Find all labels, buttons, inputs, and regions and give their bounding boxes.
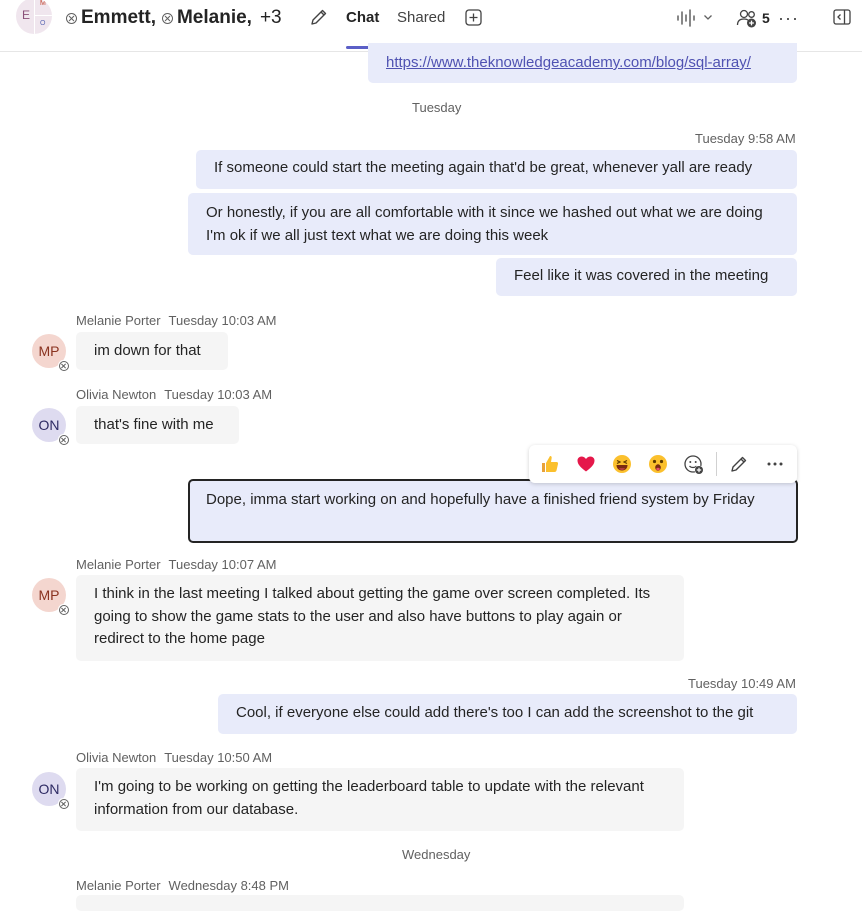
message-bubble-outgoing[interactable]: Feel like it was covered in the meeting bbox=[496, 258, 797, 296]
message-text: im down for that bbox=[94, 342, 201, 359]
message-text: I think in the last meeting I talked abo… bbox=[94, 585, 651, 647]
message-time: Tuesday 10:07 AM bbox=[168, 557, 277, 572]
people-icon bbox=[736, 8, 758, 28]
avatar[interactable]: MP bbox=[32, 334, 69, 371]
message-sender-line: Olivia Newton Tuesday 10:50 AM bbox=[76, 750, 272, 765]
reaction-toolbar bbox=[529, 445, 797, 483]
avatar[interactable]: MP bbox=[32, 578, 69, 615]
message-bubble-outgoing-selected[interactable]: Dope, imma start working on and hopefull… bbox=[188, 479, 798, 543]
message-timestamp: Tuesday 10:49 AM bbox=[688, 676, 796, 691]
sender-name: Melanie Porter bbox=[76, 557, 161, 572]
more-participants-count: +3 bbox=[259, 7, 282, 28]
message-bubble-outgoing[interactable]: https://www.theknowledgeacademy.com/blog… bbox=[368, 43, 797, 83]
message-bubble-incoming[interactable]: I think in the last meeting I talked abo… bbox=[76, 575, 684, 661]
avatar-letter: M bbox=[40, 0, 46, 7]
toolbar-divider bbox=[716, 452, 717, 476]
side-panel-icon[interactable] bbox=[833, 9, 851, 25]
message-bubble-outgoing[interactable]: If someone could start the meeting again… bbox=[196, 150, 797, 189]
participant-name: Melanie bbox=[176, 7, 247, 28]
day-separator: Wednesday bbox=[402, 847, 471, 862]
message-time: Tuesday 10:03 AM bbox=[168, 313, 277, 328]
message-text: Cool, if everyone else could add there's… bbox=[236, 704, 754, 721]
chat-title[interactable]: Emmett , Melanie , +3 bbox=[66, 6, 282, 30]
message-sender-line: Melanie Porter Tuesday 10:07 AM bbox=[76, 557, 276, 572]
message-sender-line: Olivia Newton Tuesday 10:03 AM bbox=[76, 387, 272, 402]
message-bubble-outgoing[interactable]: Or honestly, if you are all comfortable … bbox=[188, 193, 797, 255]
message-link[interactable]: https://www.theknowledgeacademy.com/blog… bbox=[386, 54, 751, 71]
avatar-letter: E bbox=[22, 8, 31, 22]
message-text: I'm going to be working on getting the l… bbox=[94, 778, 644, 818]
participants-button[interactable]: 5 bbox=[736, 8, 770, 28]
edit-message-icon[interactable] bbox=[729, 454, 749, 474]
avatar-letter: O bbox=[40, 20, 46, 27]
message-time: Tuesday 10:50 AM bbox=[164, 750, 273, 765]
message-text: Dope, imma start working on and hopefull… bbox=[206, 491, 755, 508]
sender-name: Olivia Newton bbox=[76, 387, 157, 402]
message-bubble-outgoing[interactable]: Cool, if everyone else could add there's… bbox=[218, 694, 797, 734]
add-reaction-icon[interactable] bbox=[683, 454, 704, 475]
more-options-icon[interactable]: ··· bbox=[778, 8, 799, 29]
surprised-reaction-icon[interactable] bbox=[648, 454, 668, 474]
avatar-initials: ON bbox=[38, 417, 60, 433]
participant-separator: , bbox=[150, 7, 156, 28]
offline-status-icon bbox=[161, 12, 173, 24]
message-text: Or honestly, if you are all comfortable … bbox=[206, 204, 763, 244]
message-text: If someone could start the meeting again… bbox=[214, 159, 753, 176]
sender-name: Melanie Porter bbox=[76, 313, 161, 328]
offline-status-icon bbox=[58, 360, 69, 371]
day-separator: Tuesday bbox=[412, 100, 462, 115]
sender-name: Olivia Newton bbox=[76, 750, 157, 765]
avatar-initials: MP bbox=[38, 587, 60, 603]
add-tab-icon[interactable] bbox=[465, 9, 482, 26]
offline-status-icon bbox=[58, 434, 69, 445]
laugh-reaction-icon[interactable] bbox=[612, 454, 632, 474]
avatar-divider bbox=[34, 15, 52, 16]
message-sender-line: Melanie Porter Tuesday 10:03 AM bbox=[76, 313, 276, 328]
audio-call-icon[interactable] bbox=[676, 9, 696, 27]
avatar-initials: MP bbox=[38, 343, 60, 359]
thumbs-up-reaction-icon[interactable] bbox=[540, 454, 560, 474]
message-text: that's fine with me bbox=[94, 416, 214, 433]
message-timestamp: Tuesday 9:58 AM bbox=[695, 131, 796, 146]
message-bubble-incoming[interactable]: I'm going to be working on getting the l… bbox=[76, 768, 684, 831]
avatar-initials: ON bbox=[38, 781, 60, 797]
more-actions-icon[interactable] bbox=[765, 454, 785, 474]
participant-count: 5 bbox=[762, 10, 770, 26]
message-text: Feel like it was covered in the meeting bbox=[514, 267, 769, 284]
message-sender-line: Melanie Porter Wednesday 8:48 PM bbox=[76, 878, 289, 893]
sender-name: Melanie Porter bbox=[76, 878, 161, 893]
group-avatar[interactable]: E M O bbox=[16, 0, 52, 34]
chevron-down-icon[interactable] bbox=[703, 12, 713, 22]
offline-status-icon bbox=[66, 12, 77, 24]
avatar[interactable]: ON bbox=[32, 772, 69, 809]
avatar[interactable]: ON bbox=[32, 408, 69, 445]
message-bubble-incoming[interactable]: im down for that bbox=[76, 332, 228, 370]
message-time: Wednesday 8:48 PM bbox=[168, 878, 289, 893]
participant-name: Emmett bbox=[81, 7, 151, 28]
message-bubble-incoming[interactable] bbox=[76, 895, 684, 911]
offline-status-icon bbox=[58, 798, 69, 809]
message-time: Tuesday 10:03 AM bbox=[164, 387, 273, 402]
tab-chat[interactable]: Chat bbox=[346, 9, 379, 26]
participant-separator: , bbox=[246, 7, 252, 28]
heart-reaction-icon[interactable] bbox=[576, 454, 596, 474]
tab-shared[interactable]: Shared bbox=[397, 9, 445, 26]
offline-status-icon bbox=[58, 604, 69, 615]
rename-pencil-icon[interactable] bbox=[309, 7, 329, 27]
message-bubble-incoming[interactable]: that's fine with me bbox=[76, 406, 239, 444]
avatar-divider bbox=[34, 0, 35, 34]
